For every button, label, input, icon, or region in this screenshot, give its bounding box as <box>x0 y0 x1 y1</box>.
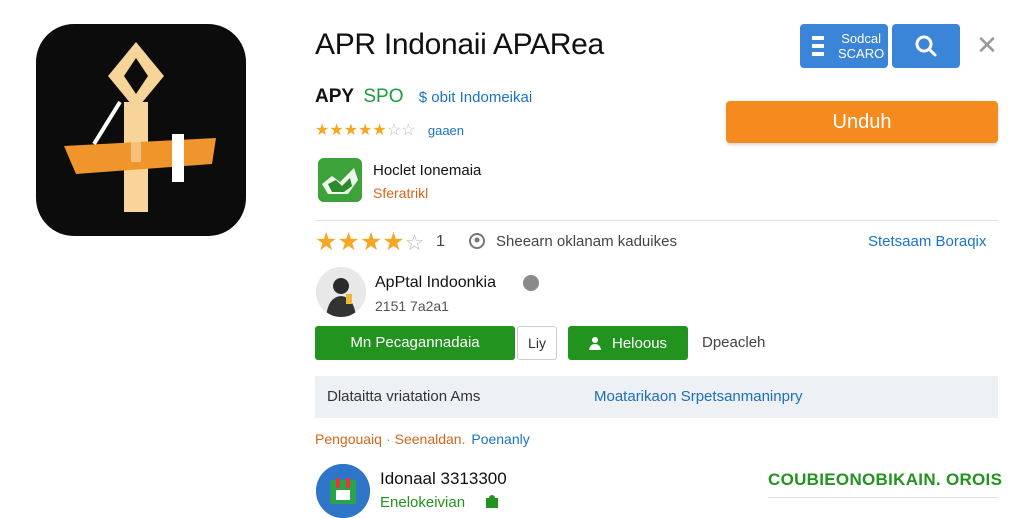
location-icon <box>468 232 486 250</box>
profile-name[interactable]: ApPtal Indoonkia <box>375 274 496 292</box>
rating-summary: ★★★★★☆☆ gaaen <box>315 120 464 140</box>
tags-row: Pengouaiq · Seenaldan. Poenanly <box>315 431 530 447</box>
half-star-icon: ★ <box>372 122 387 139</box>
info-bar-link[interactable]: Moatarikaon Srpetsanmaninpry <box>594 388 802 405</box>
rating-count: 1 <box>436 233 445 250</box>
close-button[interactable]: ✕ <box>974 30 1000 60</box>
rating-link[interactable]: gaaen <box>428 123 464 138</box>
map-icon <box>318 158 362 202</box>
location-text: Sheearn oklanam kaduikes <box>496 233 677 250</box>
page-title: APR Indonaii APARea <box>315 28 604 61</box>
secondary-app-icon[interactable] <box>318 158 362 202</box>
bottom-app-subtitle: Enelokeivian <box>380 494 466 511</box>
developer-link[interactable]: $ obit Indomeikai <box>419 89 532 106</box>
tag-separator: · <box>385 431 391 447</box>
menu-button[interactable]: Sodcal SCARO <box>800 24 888 68</box>
developer-tag: SPO <box>363 86 404 107</box>
tag-link[interactable]: Seenaldan. <box>395 431 466 447</box>
user-icon <box>589 337 601 350</box>
search-button[interactable] <box>892 24 960 68</box>
tag-link[interactable]: Pengouaiq <box>315 431 382 447</box>
verified-icon <box>523 275 539 291</box>
star-empty-icon: ☆☆ <box>386 122 416 139</box>
text-button[interactable]: Dpeacleh <box>702 334 765 351</box>
profile-subtext: 2151 7a2a1 <box>375 298 449 314</box>
app-badge-icon <box>316 464 370 518</box>
secondary-app-subtitle: Sferatrikl <box>373 185 429 201</box>
bottom-app-icon[interactable] <box>316 464 370 518</box>
primary-green-button[interactable]: Mn Pecagannadaia <box>315 326 515 360</box>
secondary-app-title[interactable]: Hoclet Ionemaia <box>373 162 481 179</box>
app-icon <box>36 24 246 236</box>
menu-button-label: Sodcal SCARO <box>838 31 885 61</box>
divider <box>315 220 998 221</box>
person-icon <box>316 267 366 317</box>
developer-name: APY <box>315 86 355 107</box>
close-icon: ✕ <box>976 30 998 60</box>
star-icon: ★★★★ <box>315 228 405 256</box>
info-bar-label: Dlataitta vriatation Ams <box>327 388 481 405</box>
reviews-link[interactable]: Stetsaam Boraqix <box>868 233 986 250</box>
star-empty-icon: ☆ <box>404 230 425 255</box>
avatar[interactable] <box>316 267 366 317</box>
rating-stars: ★★★★☆ <box>315 229 424 256</box>
download-button[interactable]: Unduh <box>726 101 998 143</box>
info-bar: Dlataitta vriatation Ams Moatarikaon Srp… <box>315 376 998 418</box>
puzzle-icon <box>484 494 500 510</box>
bottom-app-title[interactable]: Idonaal 3313300 <box>380 469 507 489</box>
app-logo-icon <box>64 42 216 212</box>
search-icon <box>915 35 937 57</box>
like-button[interactable]: Liy <box>517 326 557 360</box>
follow-button-label: Heloous <box>612 335 668 352</box>
bottom-right-label[interactable]: COUBIEONOBIKAIN. OROIS <box>768 470 1002 490</box>
follow-button[interactable]: Heloous <box>568 326 688 360</box>
star-icon: ★★★★ <box>315 122 373 139</box>
developer-row: APY SPO $ obit Indomeikai <box>315 86 532 108</box>
tag-link[interactable]: Poenanly <box>471 431 529 447</box>
divider <box>768 497 998 498</box>
menu-icon <box>812 36 824 56</box>
